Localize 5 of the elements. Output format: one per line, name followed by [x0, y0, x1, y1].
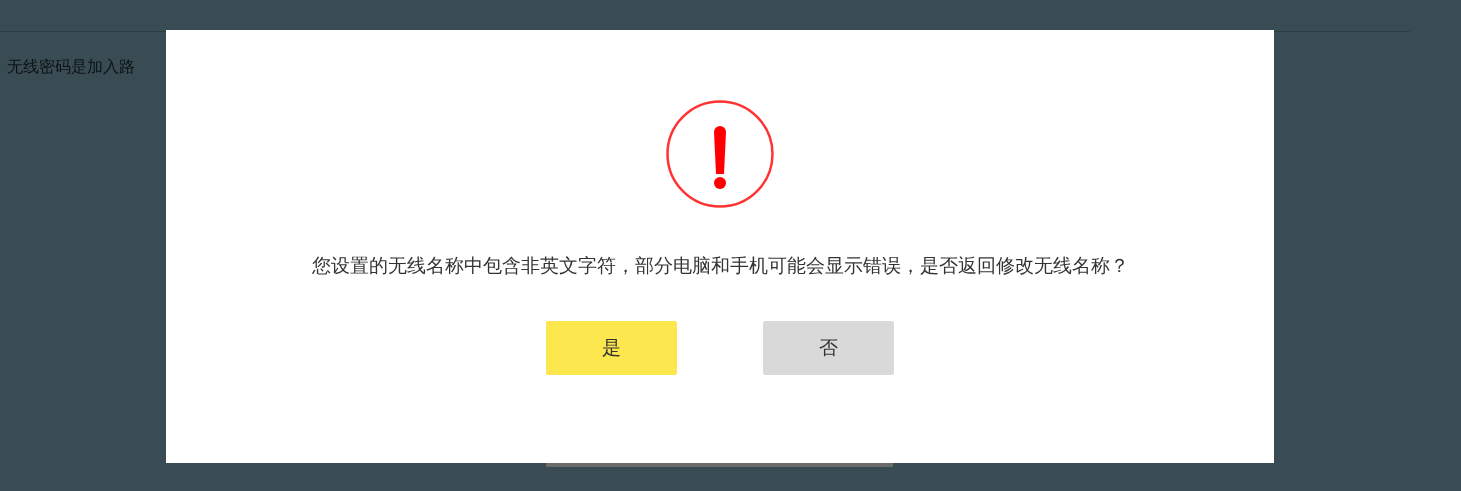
dialog-message: 您设置的无线名称中包含非英文字符，部分电脑和手机可能会显示错误，是否返回修改无线名称？: [311, 253, 1129, 278]
confirm-button[interactable]: 是: [546, 321, 677, 375]
cancel-button[interactable]: 否: [763, 321, 894, 375]
warning-icon: [665, 99, 775, 209]
intro-text: 无线密码是加入路: [7, 57, 135, 78]
